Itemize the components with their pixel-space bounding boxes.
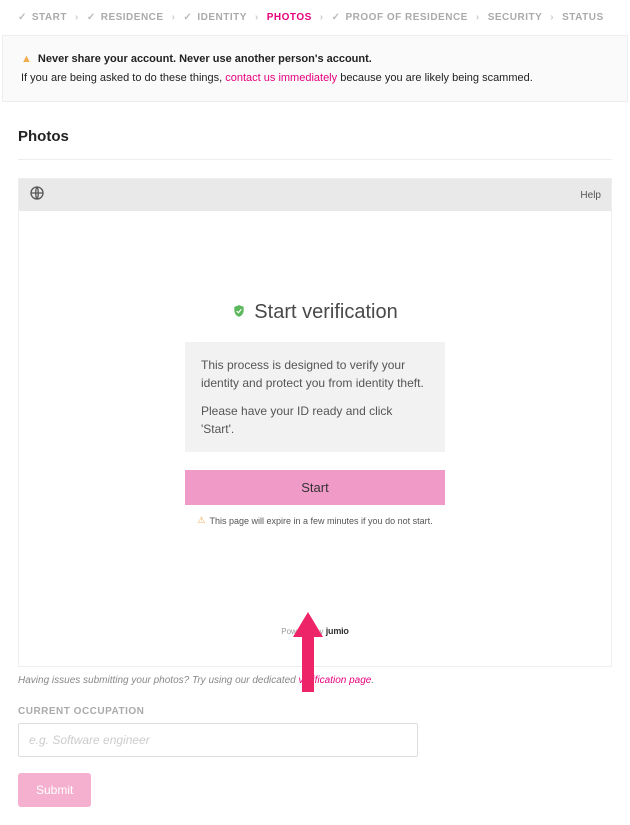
- breadcrumb-step-photos[interactable]: PHOTOS: [267, 12, 312, 23]
- breadcrumb-step-security[interactable]: SECURITY: [488, 12, 543, 23]
- shield-check-icon: [232, 304, 246, 321]
- breadcrumb-step-status[interactable]: STATUS: [562, 12, 604, 23]
- breadcrumb-step-residence[interactable]: ✓RESIDENCE: [87, 12, 164, 23]
- photos-section: Photos Help Start verification This proc…: [0, 122, 630, 825]
- chevron-right-icon: ›: [476, 12, 480, 23]
- chevron-right-icon: ›: [75, 12, 79, 23]
- section-title: Photos: [18, 128, 612, 145]
- check-icon: ✓: [87, 12, 96, 23]
- powered-by: Powered by jumio: [79, 626, 551, 636]
- verification-page-link[interactable]: verification page: [299, 675, 372, 686]
- submission-hint: Having issues submitting your photos? Tr…: [18, 675, 612, 686]
- occupation-label: CURRENT OCCUPATION: [18, 706, 612, 717]
- warning-text: If you are being asked to do these thing…: [21, 69, 609, 88]
- warning-icon: ▲: [21, 50, 32, 69]
- expire-notice: ⚠ This page will expire in a few minutes…: [79, 515, 551, 526]
- divider: [18, 159, 612, 160]
- contact-link[interactable]: contact us immediately: [225, 72, 337, 84]
- breadcrumb: ✓START › ✓RESIDENCE › ✓IDENTITY › PHOTOS…: [0, 0, 630, 35]
- verification-widget: Help Start verification This process is …: [18, 178, 612, 667]
- check-icon: ✓: [183, 12, 192, 23]
- widget-toolbar: Help: [19, 179, 611, 211]
- check-icon: ✓: [18, 12, 27, 23]
- start-button[interactable]: Start: [185, 470, 445, 505]
- globe-icon[interactable]: [29, 185, 45, 205]
- verification-description: This process is designed to verify your …: [185, 342, 445, 452]
- verification-title: Start verification: [232, 301, 397, 324]
- chevron-right-icon: ›: [255, 12, 259, 23]
- check-icon: ✓: [332, 12, 341, 23]
- breadcrumb-step-identity[interactable]: ✓IDENTITY: [183, 12, 246, 23]
- breadcrumb-step-proof[interactable]: ✓PROOF OF RESIDENCE: [332, 12, 468, 23]
- occupation-input[interactable]: [18, 723, 418, 757]
- chevron-right-icon: ›: [550, 12, 554, 23]
- chevron-right-icon: ›: [172, 12, 176, 23]
- chevron-right-icon: ›: [320, 12, 324, 23]
- warning-icon: ⚠: [197, 515, 205, 526]
- help-link[interactable]: Help: [580, 190, 601, 201]
- widget-body: Start verification This process is desig…: [19, 211, 611, 666]
- warning-title: Never share your account. Never use anot…: [38, 50, 372, 69]
- submit-button[interactable]: Submit: [18, 773, 91, 807]
- warning-banner: ▲ Never share your account. Never use ano…: [2, 35, 628, 102]
- breadcrumb-step-start[interactable]: ✓START: [18, 12, 67, 23]
